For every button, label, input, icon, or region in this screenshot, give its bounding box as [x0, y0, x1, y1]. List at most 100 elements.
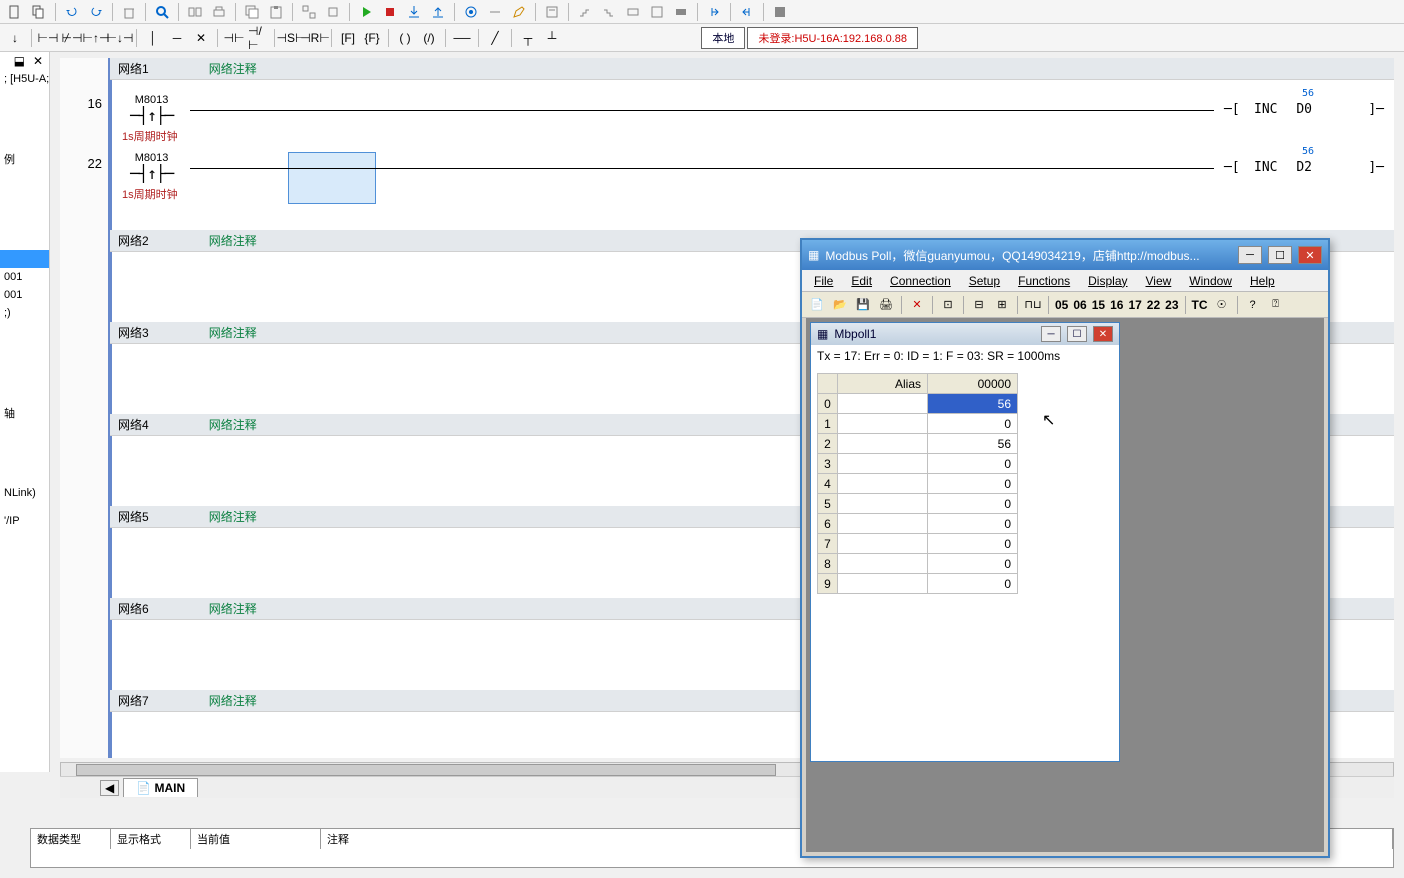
modbus-mdi-area[interactable]: ▦ Mbpoll1 ─ ☐ ✕ Tx = 17: Err = 0: ID = 1…: [806, 318, 1324, 852]
mbpoll-data-grid[interactable]: Alias 00000 0561025630405060708090: [817, 373, 1018, 594]
tbranch-icon[interactable]: ┬: [517, 27, 539, 49]
fcode-button[interactable]: 06: [1071, 298, 1088, 312]
coil-n-icon[interactable]: ⊣/⊢: [247, 27, 269, 49]
new-icon[interactable]: [4, 1, 26, 23]
block3-icon[interactable]: [670, 1, 692, 23]
close-button[interactable]: ✕: [1093, 326, 1113, 342]
tool3-icon[interactable]: ☉: [1211, 294, 1233, 316]
disconnect-icon[interactable]: ✕: [906, 294, 928, 316]
grid-row[interactable]: 50: [818, 494, 1018, 514]
tab-scroll-left[interactable]: ◀: [100, 780, 119, 796]
copy2-icon[interactable]: [241, 1, 263, 23]
menu-help[interactable]: Help: [1242, 272, 1283, 290]
print-icon[interactable]: 🖨: [875, 294, 897, 316]
grid-row[interactable]: 30: [818, 454, 1018, 474]
grid-cell-alias[interactable]: [838, 534, 928, 554]
grid-cell-alias[interactable]: [838, 414, 928, 434]
func2-icon[interactable]: {F}: [361, 27, 383, 49]
func-icon[interactable]: [F]: [337, 27, 359, 49]
hscrollbar-thumb[interactable]: [76, 764, 776, 776]
project-tree-item[interactable]: '/IP: [0, 512, 49, 530]
maximize-button[interactable]: ☐: [1067, 326, 1087, 342]
grid-row[interactable]: 056: [818, 394, 1018, 414]
project-tree-item[interactable]: ;): [0, 304, 49, 322]
close-icon[interactable]: ✕: [33, 54, 43, 68]
delete-icon[interactable]: [118, 1, 140, 23]
menu-display[interactable]: Display: [1080, 272, 1135, 290]
close-button[interactable]: ✕: [1298, 246, 1322, 264]
fcode-button[interactable]: 22: [1145, 298, 1162, 312]
grid-cell-value[interactable]: 0: [928, 454, 1018, 474]
contact[interactable]: M8013 ─┤↑├─: [130, 94, 173, 125]
hwire-icon[interactable]: ─: [166, 27, 188, 49]
modbus-titlebar[interactable]: ▦ Modbus Poll，微信guanyumou，QQ149034219，店铺…: [802, 240, 1328, 270]
grid-row[interactable]: 80: [818, 554, 1018, 574]
grid-header-value[interactable]: 00000: [928, 374, 1018, 394]
coil-s-icon[interactable]: ⊣S⊢: [280, 27, 302, 49]
modbus-poll-window[interactable]: ▦ Modbus Poll，微信guanyumou，QQ149034219，店铺…: [800, 238, 1330, 858]
pin-icon[interactable]: ⬓: [14, 54, 25, 68]
monitor-icon[interactable]: ⊡: [937, 294, 959, 316]
undo-icon[interactable]: [61, 1, 83, 23]
whats-this-icon[interactable]: ⍰: [1265, 294, 1287, 316]
network-body[interactable]: 22 M8013 ─┤↑├─ 1s周期时钟 56 ─[ INC D2 ]─: [110, 150, 1394, 230]
in-icon[interactable]: [703, 1, 725, 23]
search-icon[interactable]: [151, 1, 173, 23]
copy-icon[interactable]: [28, 1, 50, 23]
note-icon[interactable]: [541, 1, 563, 23]
print-icon[interactable]: [208, 1, 230, 23]
upload-icon[interactable]: [427, 1, 449, 23]
pulse-icon[interactable]: ⊓⊔: [1022, 294, 1044, 316]
block2-icon[interactable]: [646, 1, 668, 23]
menu-view[interactable]: View: [1138, 272, 1180, 290]
grid-row[interactable]: 90: [818, 574, 1018, 594]
book-icon[interactable]: [769, 1, 791, 23]
redo-icon[interactable]: [85, 1, 107, 23]
fcode-button[interactable]: 17: [1126, 298, 1143, 312]
network-body[interactable]: 16 M8013 ─┤↑├─ 1s周期时钟 56 ─[ INC D0 ]─: [110, 80, 1394, 150]
out-icon[interactable]: [736, 1, 758, 23]
grid-row[interactable]: 40: [818, 474, 1018, 494]
paste-icon[interactable]: [265, 1, 287, 23]
grid-row[interactable]: 10: [818, 414, 1018, 434]
grid-header-alias[interactable]: Alias: [838, 374, 928, 394]
menu-edit[interactable]: Edit: [843, 272, 880, 290]
hline-icon[interactable]: ──: [451, 27, 473, 49]
contact-n-icon[interactable]: ⊢↓⊣: [109, 27, 131, 49]
grid-cell-value[interactable]: 0: [928, 494, 1018, 514]
menu-setup[interactable]: Setup: [961, 272, 1008, 290]
mbpoll-child-window[interactable]: ▦ Mbpoll1 ─ ☐ ✕ Tx = 17: Err = 0: ID = 1…: [810, 322, 1120, 762]
selected-cell[interactable]: [288, 152, 376, 204]
fcode-button[interactable]: 16: [1108, 298, 1125, 312]
tab-main[interactable]: 📄 MAIN: [123, 778, 198, 797]
grid-cell-alias[interactable]: [838, 494, 928, 514]
help-icon[interactable]: ?: [1242, 294, 1264, 316]
project-tree-item[interactable]: ; [H5U-A;: [0, 70, 49, 88]
grid-cell-alias[interactable]: [838, 574, 928, 594]
grid-cell-alias[interactable]: [838, 554, 928, 574]
stairs-icon[interactable]: [574, 1, 596, 23]
grid-row[interactable]: 70: [818, 534, 1018, 554]
project-tree-item[interactable]: 001: [0, 268, 49, 286]
camera-icon[interactable]: [460, 1, 482, 23]
network-header[interactable]: 网络1 网络注释: [110, 58, 1394, 80]
grid-cell-value[interactable]: 0: [928, 514, 1018, 534]
grid-cell-value[interactable]: 0: [928, 474, 1018, 494]
grid-cell-alias[interactable]: [838, 474, 928, 494]
edit-icon[interactable]: [508, 1, 530, 23]
menu-window[interactable]: Window: [1181, 272, 1240, 290]
block1-icon[interactable]: [622, 1, 644, 23]
fcode-button[interactable]: 05: [1053, 298, 1070, 312]
menu-functions[interactable]: Functions: [1010, 272, 1078, 290]
paren-icon[interactable]: ( ): [394, 27, 416, 49]
vwire-icon[interactable]: │: [142, 27, 164, 49]
grid-cell-value[interactable]: 0: [928, 574, 1018, 594]
stairs2-icon[interactable]: [598, 1, 620, 23]
grid-row[interactable]: 256: [818, 434, 1018, 454]
open-icon[interactable]: 📂: [829, 294, 851, 316]
fcode-button[interactable]: 23: [1163, 298, 1180, 312]
grid-cell-value[interactable]: 56: [928, 394, 1018, 414]
diag-icon[interactable]: ╱: [484, 27, 506, 49]
tool1-icon[interactable]: ⊟: [968, 294, 990, 316]
contact-p-icon[interactable]: ⊢↑⊣: [85, 27, 107, 49]
